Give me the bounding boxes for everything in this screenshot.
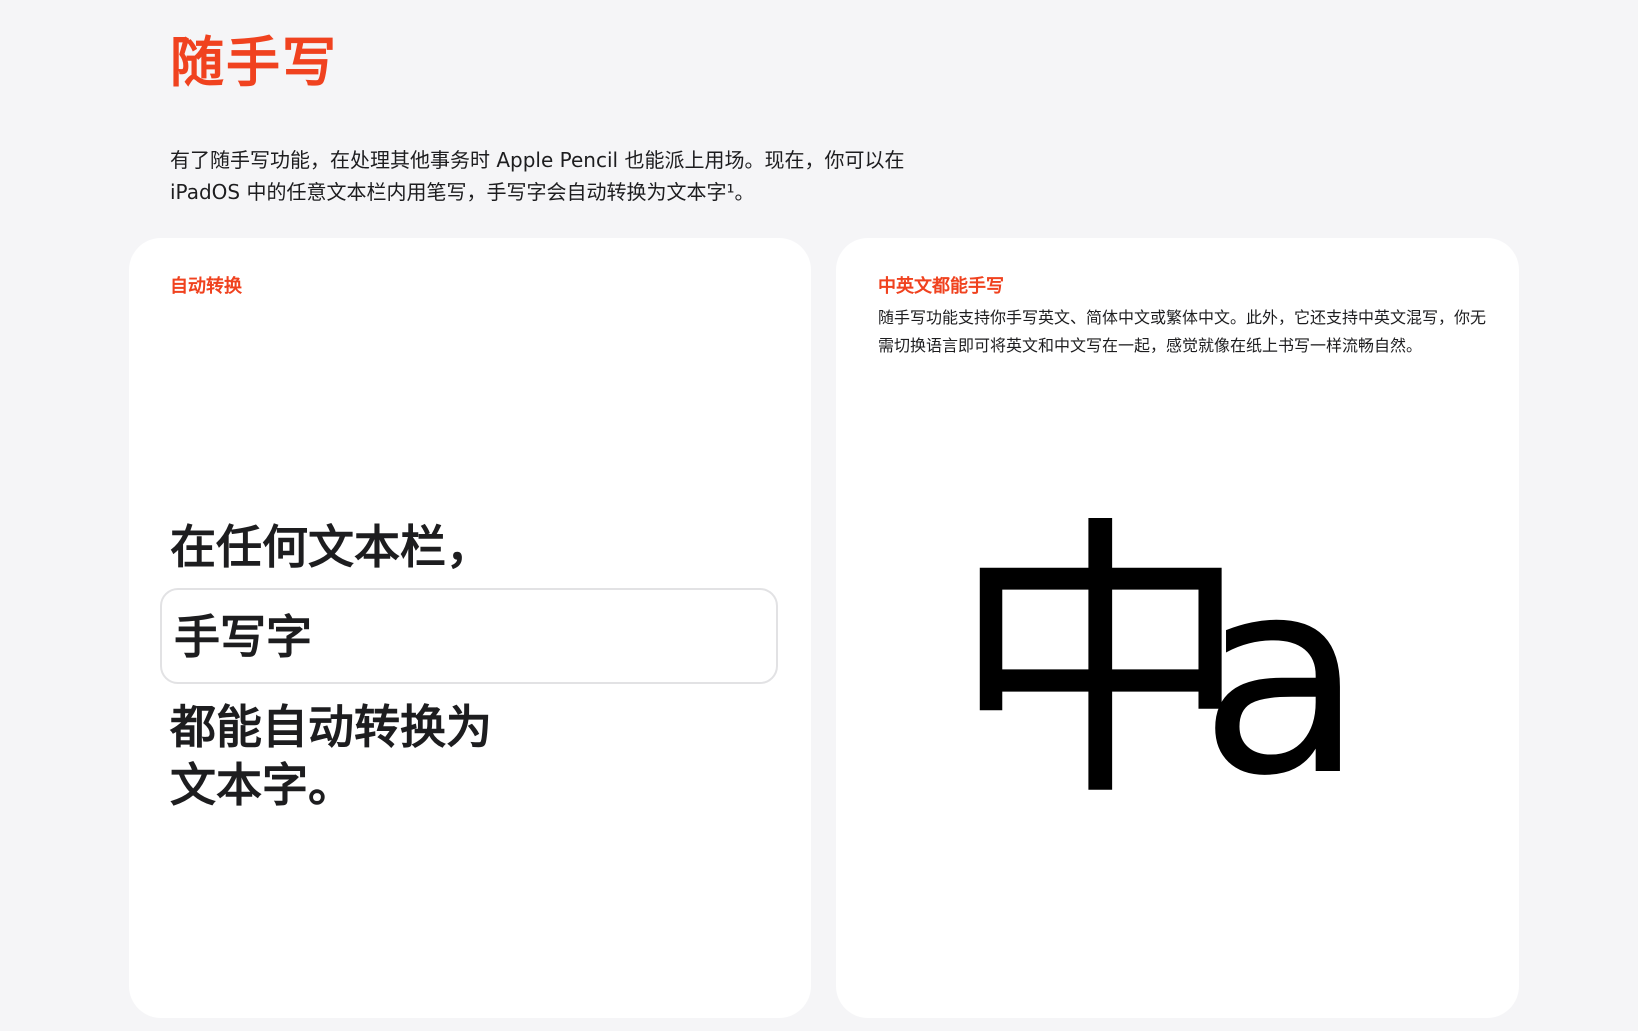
demo-text-field-value: 手写字 [174, 610, 312, 664]
page-title: 随手写 [170, 31, 338, 94]
auto-convert-card: 自动转换 在任何文本栏， 手写字 都能自动转换为 文本字。 [129, 238, 811, 1018]
bilingual-description: 随手写功能支持你手写英文、简体中文或繁体中文。此外，它还支持中英文混写，你无需切… [878, 308, 1487, 355]
demo-text-field[interactable]: 手写字 [160, 588, 778, 684]
handwriting-glyph-illustration: 中 a [951, 518, 1364, 818]
headline-line-1: 在任何文本栏， [170, 520, 492, 574]
glyph-latin: a [1199, 520, 1364, 818]
auto-convert-eyebrow: 自动转换 [170, 276, 242, 297]
page-header: 随手写 有了随手写功能，在处理其他事务时 Apple Pencil 也能派上用场… [170, 28, 970, 208]
bilingual-eyebrow: 中英文都能手写 [878, 276, 1004, 297]
headline-line-3: 都能自动转换为 [170, 700, 492, 754]
intro-paragraph: 有了随手写功能，在处理其他事务时 Apple Pencil 也能派上用场。现在，… [170, 148, 905, 204]
headline-line-4: 文本字。 [170, 758, 354, 812]
bilingual-card: 中英文都能手写 随手写功能支持你手写英文、简体中文或繁体中文。此外，它还支持中英… [836, 238, 1519, 1018]
